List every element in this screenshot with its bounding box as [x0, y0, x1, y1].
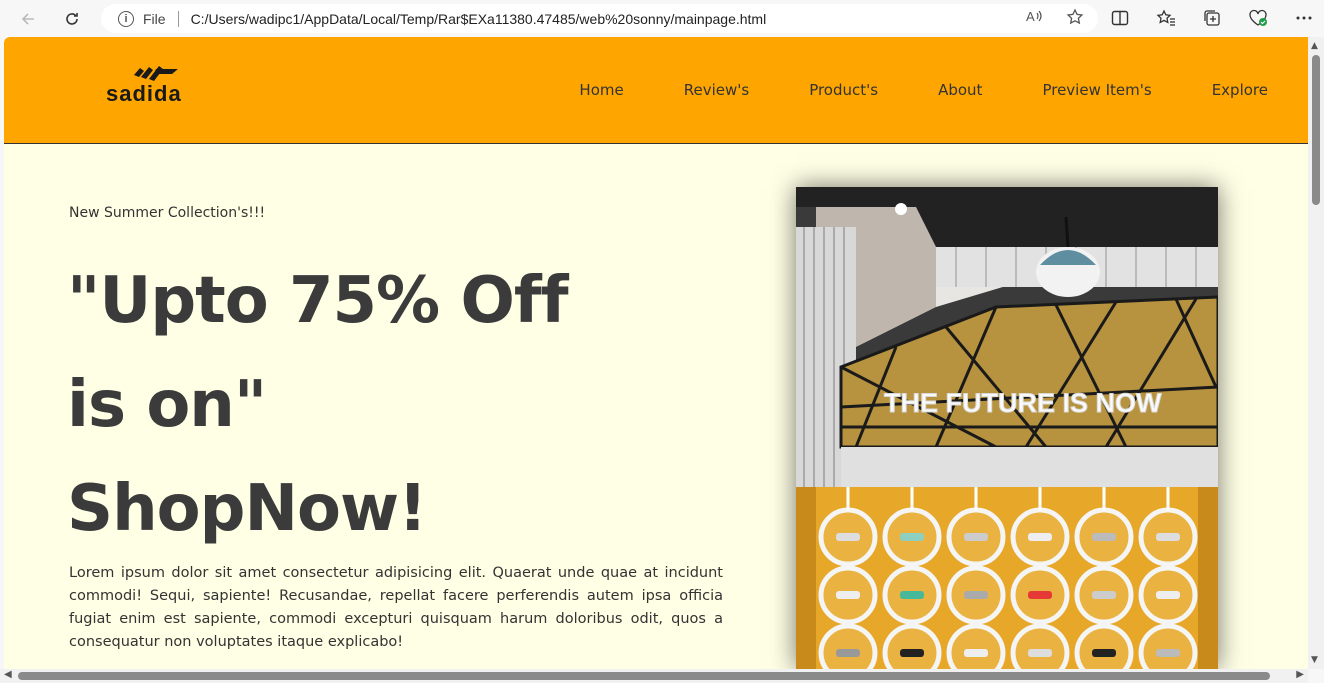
- hero-title: "Upto 75% Off is on" ShopNow!: [67, 249, 569, 561]
- nav-home[interactable]: Home: [579, 81, 623, 99]
- nav-preview-items[interactable]: Preview Item's: [1042, 81, 1151, 99]
- scroll-left-icon[interactable]: ◀: [4, 669, 12, 680]
- more-icon[interactable]: [1292, 6, 1316, 30]
- brand-logo[interactable]: sadida: [106, 65, 202, 106]
- read-aloud-icon[interactable]: A: [1026, 8, 1044, 30]
- hero-subtitle: New Summer Collection's!!!: [69, 205, 266, 221]
- split-screen-icon[interactable]: [1108, 6, 1132, 30]
- file-label: File: [143, 10, 166, 27]
- refresh-icon[interactable]: [59, 6, 85, 32]
- info-icon[interactable]: i: [118, 10, 134, 27]
- browser-tools: [1108, 6, 1316, 30]
- hero-description: Lorem ipsum dolor sit amet consectetur a…: [69, 565, 723, 650]
- hero-title-line: "Upto 75% Off: [67, 264, 569, 338]
- scroll-up-icon[interactable]: ▲: [1311, 41, 1318, 51]
- scroll-right-icon[interactable]: ▶: [1296, 669, 1304, 680]
- favorites-icon[interactable]: [1154, 6, 1178, 30]
- svg-text:A: A: [1026, 9, 1035, 24]
- brand-name: sadida: [106, 81, 182, 106]
- nav-explore[interactable]: Explore: [1212, 81, 1268, 99]
- store-photo: THE FUTURE IS NOW: [796, 187, 1218, 669]
- address-actions: A: [1026, 8, 1084, 30]
- nav-reviews[interactable]: Review's: [684, 81, 749, 99]
- horizontal-scrollbar[interactable]: ◀ ▶: [0, 669, 1308, 683]
- scroll-down-icon[interactable]: ▼: [1311, 655, 1318, 665]
- nav-about[interactable]: About: [938, 81, 982, 99]
- sign-text: THE FUTURE IS NOW: [884, 388, 1162, 418]
- horizontal-scroll-thumb[interactable]: [18, 672, 1270, 680]
- back-arrow-icon[interactable]: [15, 6, 41, 32]
- address-bar[interactable]: i File C:/Users/wadipc1/AppData/Local/Te…: [101, 4, 1098, 33]
- hero-title-line: ShopNow!: [67, 472, 427, 546]
- browser-toolbar: i File C:/Users/wadipc1/AppData/Local/Te…: [0, 0, 1324, 37]
- page-viewport: sadida Home Review's Product's About Pre…: [4, 37, 1308, 669]
- main-nav: Home Review's Product's About Preview It…: [519, 81, 1268, 99]
- browser-essentials-icon[interactable]: [1246, 6, 1270, 30]
- nav-products[interactable]: Product's: [809, 81, 878, 99]
- address-separator: [177, 10, 179, 27]
- hero-title-line: is on": [67, 368, 267, 442]
- site-header: sadida Home Review's Product's About Pre…: [4, 37, 1308, 144]
- collections-icon[interactable]: [1200, 6, 1224, 30]
- url-text[interactable]: C:/Users/wadipc1/AppData/Local/Temp/Rar$…: [191, 11, 767, 27]
- vertical-scrollbar[interactable]: ▲ ▼: [1308, 37, 1324, 669]
- vertical-scroll-thumb[interactable]: [1312, 55, 1320, 205]
- hero-store-image: THE FUTURE IS NOW: [796, 187, 1218, 669]
- star-icon[interactable]: [1066, 8, 1084, 30]
